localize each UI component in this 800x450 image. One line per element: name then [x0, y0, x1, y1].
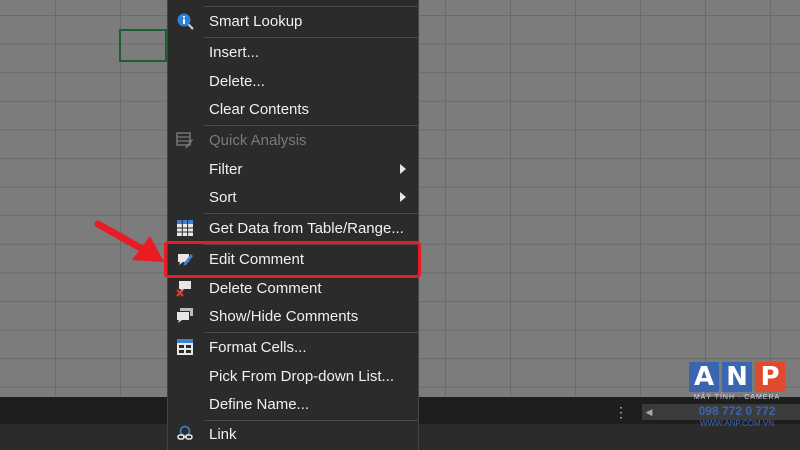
watermark-phone: 098 772 0 772 — [698, 404, 776, 418]
format-cells-icon — [176, 338, 194, 356]
pointer-arrow-icon — [94, 220, 164, 262]
menu-item-label: Define Name... — [209, 396, 310, 413]
menu-item-quick-analysis: Quick Analysis — [168, 127, 418, 154]
logo-letter: A — [689, 362, 719, 392]
logo-letter: N — [722, 362, 752, 392]
watermark-tagline: MÁY TÍNH · CAMERA — [693, 394, 781, 401]
menu-item-delete[interactable]: Delete... — [168, 68, 418, 95]
table-icon — [176, 219, 194, 237]
submenu-arrow-icon — [400, 192, 406, 202]
menu-item-clear-contents[interactable]: Clear Contents — [168, 96, 418, 123]
menu-item-label: Pick From Drop-down List... — [209, 368, 395, 385]
quick-analysis-icon — [176, 131, 194, 149]
menu-item-sort[interactable]: Sort — [168, 184, 418, 211]
logo-letter: P — [755, 362, 785, 392]
smart-lookup-icon — [176, 12, 194, 30]
menu-item-link[interactable]: Link — [168, 421, 418, 448]
menu-item-label: Get Data from Table/Range... — [209, 220, 404, 237]
menu-item-show-hide-comments[interactable]: Show/Hide Comments — [168, 303, 418, 330]
menu-item-label: Smart Lookup — [209, 13, 303, 30]
menu-item-insert[interactable]: Insert... — [168, 39, 418, 66]
menu-item-label: Clear Contents — [209, 101, 310, 118]
watermark-site: WWW.ANP.COM.VN — [699, 419, 775, 428]
menu-item-label: Sort — [209, 189, 237, 206]
menu-separator — [204, 125, 418, 126]
menu-item-label: Link — [209, 426, 237, 443]
menu-item-label: Show/Hide Comments — [209, 308, 359, 325]
menu-separator — [204, 332, 418, 333]
context-menu: Smart Lookup Insert... Delete... Clear C… — [167, 0, 419, 450]
anp-logo: A N P — [689, 362, 785, 392]
submenu-arrow-icon — [400, 164, 406, 174]
menu-item-delete-comment[interactable]: Delete Comment — [168, 275, 418, 302]
menu-item-label: Delete... — [209, 73, 265, 90]
menu-separator — [204, 6, 418, 7]
menu-item-label: Filter — [209, 161, 243, 178]
menu-item-label: Insert... — [209, 44, 260, 61]
menu-item-get-data[interactable]: Get Data from Table/Range... — [168, 215, 418, 242]
menu-item-label: Format Cells... — [209, 339, 307, 356]
menu-item-filter[interactable]: Filter — [168, 156, 418, 183]
menu-item-label: Quick Analysis — [209, 132, 307, 149]
menu-item-smart-lookup[interactable]: Smart Lookup — [168, 8, 418, 35]
menu-separator — [204, 37, 418, 38]
menu-separator — [204, 213, 418, 214]
menu-item-pick-from-list[interactable]: Pick From Drop-down List... — [168, 363, 418, 390]
show-hide-comments-icon — [176, 307, 194, 325]
excel-worksheet: ⋮ ◀ Smart Lookup Insert... Delete... Cle… — [0, 0, 800, 450]
link-icon — [176, 425, 194, 443]
menu-item-format-cells[interactable]: Format Cells... — [168, 334, 418, 361]
scroll-left-icon[interactable]: ◀ — [642, 404, 656, 420]
highlight-box — [164, 241, 421, 278]
menu-item-define-name[interactable]: Define Name... — [168, 391, 418, 418]
anp-watermark: A N P MÁY TÍNH · CAMERA 098 772 0 772 WW… — [689, 362, 789, 436]
menu-item-label: Delete Comment — [209, 280, 322, 297]
delete-comment-icon — [176, 279, 194, 297]
more-options-icon[interactable]: ⋮ — [614, 404, 628, 420]
active-cell[interactable] — [119, 29, 167, 62]
